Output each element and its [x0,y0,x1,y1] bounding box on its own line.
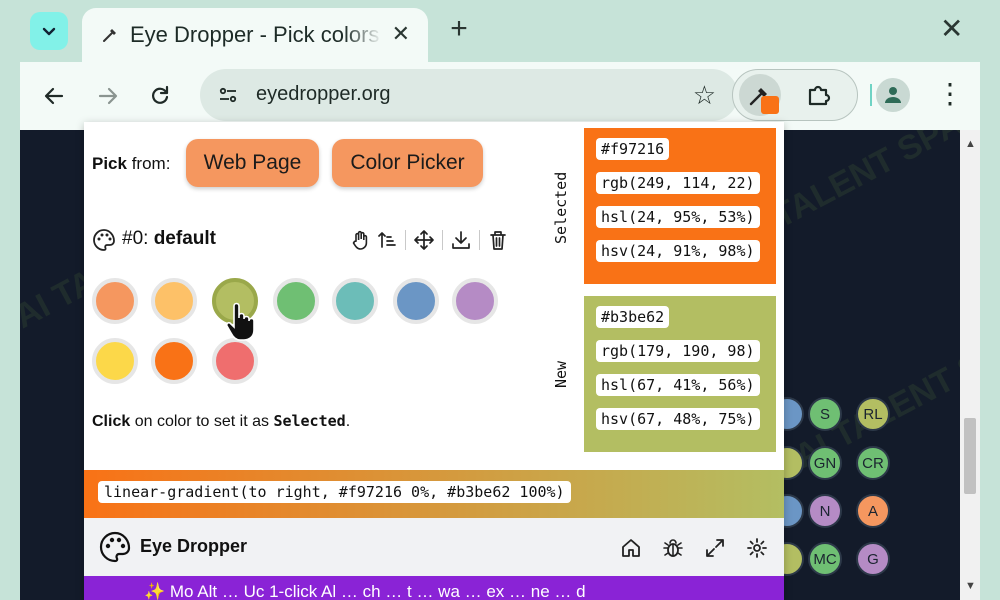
tab-close-icon[interactable]: ✕ [392,21,410,47]
window-close-button[interactable]: ✕ [940,12,963,45]
palette-swatch[interactable] [151,278,197,324]
toolbar-divider [442,230,443,250]
palette-swatch[interactable] [273,278,319,324]
profile-avatar-icon[interactable] [876,78,910,112]
new-tab-button[interactable]: + [444,12,474,46]
palette-swatch[interactable] [92,278,138,324]
tab-search-button[interactable] [30,12,68,50]
palette-toolbar [348,226,511,254]
bookmark-star-icon[interactable]: ☆ [693,80,716,111]
address-bar[interactable]: eyedropper.org ☆ [200,69,738,121]
trash-icon[interactable] [485,227,511,253]
current-color-badge [761,96,779,114]
new-hsl[interactable]: hsl(67, 41%, 56%) [596,374,760,396]
palette-swatch[interactable] [92,338,138,384]
tab-strip: Eye Dropper - Pick colors ✕ + ✕ [0,0,1000,62]
move-icon[interactable] [411,227,437,253]
site-info-icon[interactable] [212,79,244,111]
expand-icon[interactable] [702,535,728,561]
app-name: Eye Dropper [140,536,248,556]
hand-pointer-cursor-icon [226,302,255,341]
new-hex[interactable]: #b3be62 [596,306,670,328]
palette-title: #0: default [122,228,216,249]
selected-hex[interactable]: #f97216 [596,138,670,160]
extensions-puzzle-icon[interactable] [803,79,835,111]
chevron-down-icon [42,27,56,36]
palette-icon [93,229,115,251]
reload-icon[interactable] [144,80,176,112]
eyedropper-extension-button[interactable] [739,74,781,116]
download-icon[interactable] [448,227,474,253]
selected-hsl[interactable]: hsl(24, 95%, 53%) [596,206,760,228]
page-chip-5[interactable]: GN [808,446,842,480]
page-chip-9[interactable]: A [856,494,890,528]
promo-banner[interactable]: ✨ Mo Alt … Uc 1-click Al … ch … t … wa …… [84,576,784,600]
page-chip-2[interactable]: S [808,397,842,431]
gradient-preview: linear-gradient(to right, #f97216 0%, #b… [84,470,784,518]
page-chip-8[interactable]: N [808,494,842,528]
url-text: eyedropper.org [256,83,391,105]
new-rgb[interactable]: rgb(179, 190, 98) [596,340,760,362]
instruction-text: Click on color to set it as Selected. [92,412,351,430]
page-chip-6[interactable]: CR [856,446,890,480]
color-picker-button[interactable]: Color Picker [332,139,483,187]
palette-swatch[interactable] [212,338,258,384]
sort-icon[interactable] [374,227,400,253]
selected-color-panel: #f97216 rgb(249, 114, 22) hsl(24, 95%, 5… [584,128,776,284]
pick-from-label: Pick from: [92,154,171,173]
back-icon[interactable] [38,80,70,112]
toolbar-divider [405,230,406,250]
hand-drag-icon[interactable] [348,227,374,253]
new-label: New [552,360,570,388]
eyedropper-favicon-icon [100,25,120,45]
scroll-up-arrow-icon[interactable]: ▲ [965,138,976,150]
selected-rgb[interactable]: rgb(249, 114, 22) [596,172,760,194]
selected-label: Selected [552,171,570,244]
toolbar-divider [479,230,480,250]
palette-swatch[interactable] [151,338,197,384]
settings-gear-icon[interactable] [744,535,770,561]
page-scrollbar[interactable]: ▲ ▼ [960,130,980,600]
scroll-thumb[interactable] [964,418,976,494]
page-chip-3[interactable]: RL [856,397,890,431]
page-chip-11[interactable]: MC [808,542,842,576]
palette-swatch[interactable] [393,278,439,324]
page-chip-12[interactable]: G [856,542,890,576]
palette-swatch[interactable] [452,278,498,324]
new-color-panel: #b3be62 rgb(179, 190, 98) hsl(67, 41%, 5… [584,296,776,452]
browser-toolbar: eyedropper.org ☆ ⋮ [20,62,980,130]
eyedropper-logo-icon [99,531,131,563]
popup-footer: Eye Dropper [84,518,784,576]
tab-title: Eye Dropper - Pick colors [130,22,380,47]
selected-hsv[interactable]: hsv(24, 91%, 98%) [596,240,760,262]
scroll-down-arrow-icon[interactable]: ▼ [965,580,976,592]
home-icon[interactable] [618,535,644,561]
active-tab[interactable]: Eye Dropper - Pick colors ✕ [82,8,428,62]
extensions-group [732,69,858,121]
new-hsv[interactable]: hsv(67, 48%, 75%) [596,408,760,430]
palette-swatch[interactable] [332,278,378,324]
gradient-css-code[interactable]: linear-gradient(to right, #f97216 0%, #b… [98,481,571,503]
web-page-button[interactable]: Web Page [186,139,319,187]
toolbar-separator [870,84,872,106]
browser-menu-icon[interactable]: ⋮ [936,76,964,112]
promo-text: ✨ Mo Alt … Uc 1-click Al … ch … t … wa …… [144,582,586,600]
eyedropper-popup: Pick from: Web Page Color Picker #0: def… [84,122,784,600]
forward-icon[interactable] [92,80,124,112]
bug-report-icon[interactable] [660,535,686,561]
